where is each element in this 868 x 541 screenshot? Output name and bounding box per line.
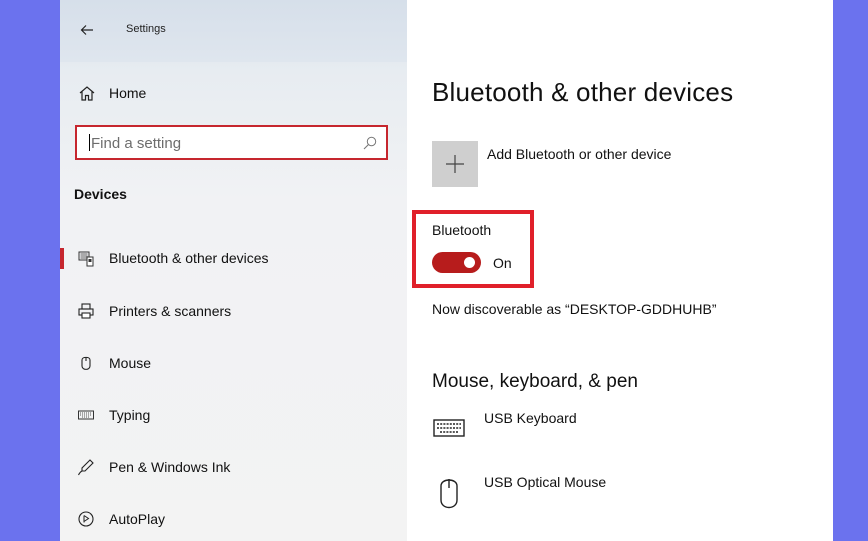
mouse-icon — [81, 356, 91, 370]
device-name: USB Optical Mouse — [484, 474, 607, 490]
sidebar-item-bluetooth[interactable]: Bluetooth & other devices — [60, 241, 407, 275]
sidebar-item-label: Pen & Windows Ink — [109, 459, 231, 475]
discoverable-status: Now discoverable as “DESKTOP-GDDHUHB” — [432, 301, 717, 317]
text-cursor — [89, 134, 90, 151]
bluetooth-toggle[interactable] — [432, 252, 481, 273]
sidebar-item-label: AutoPlay — [109, 511, 166, 527]
home-icon — [79, 86, 95, 101]
sidebar-item-label: Typing — [109, 407, 151, 423]
search-box[interactable] — [75, 125, 388, 160]
add-device-label[interactable]: Add Bluetooth or other device — [487, 146, 671, 162]
search-input[interactable] — [91, 133, 351, 153]
autoplay-icon — [78, 511, 94, 527]
device-name: USB Keyboard — [484, 410, 577, 426]
plus-icon — [446, 155, 464, 173]
sidebar-item-printers[interactable]: Printers & scanners — [60, 294, 407, 328]
add-device-button[interactable] — [432, 141, 478, 187]
back-arrow-icon — [80, 25, 93, 35]
device-usb-keyboard[interactable]: USB Keyboard — [432, 410, 812, 454]
pen-icon — [78, 459, 94, 476]
sidebar-item-typing[interactable]: Typing — [60, 398, 407, 432]
sidebar-item-mouse[interactable]: Mouse — [60, 346, 407, 380]
search-icon[interactable] — [362, 135, 378, 151]
bluetooth-toggle-state: On — [493, 255, 512, 271]
sidebar-item-pen[interactable]: Pen & Windows Ink — [60, 450, 407, 484]
keyboard-icon — [78, 410, 94, 420]
sidebar-item-label: Printers & scanners — [109, 303, 232, 319]
home-label: Home — [109, 85, 147, 101]
main-content: Bluetooth & other devices Add Bluetooth … — [407, 0, 833, 541]
sidebar-item-autoplay[interactable]: AutoPlay — [60, 502, 407, 536]
title-bar: Settings — [60, 0, 407, 62]
printer-icon — [78, 303, 94, 319]
page-title: Bluetooth & other devices — [432, 77, 734, 107]
selected-indicator — [60, 248, 64, 269]
device-usb-optical-mouse[interactable]: USB Optical Mouse — [432, 474, 812, 518]
section-heading-mouse-keyboard-pen: Mouse, keyboard, & pen — [432, 371, 638, 392]
section-heading-devices: Devices — [74, 186, 127, 202]
sidebar: Settings Home Devices Bl — [60, 0, 407, 541]
back-button[interactable] — [77, 20, 97, 40]
sidebar-item-home[interactable]: Home — [60, 78, 407, 108]
app-title: Settings — [126, 23, 166, 35]
sidebar-item-label: Bluetooth & other devices — [109, 250, 269, 266]
keyboard-icon — [433, 419, 465, 437]
mouse-icon — [440, 479, 458, 509]
sidebar-item-label: Mouse — [109, 355, 152, 371]
toggle-knob — [464, 257, 475, 268]
bluetooth-label: Bluetooth — [432, 222, 492, 238]
settings-window: Settings Home Devices Bl — [60, 0, 833, 541]
bluetooth-devices-icon — [78, 251, 94, 267]
